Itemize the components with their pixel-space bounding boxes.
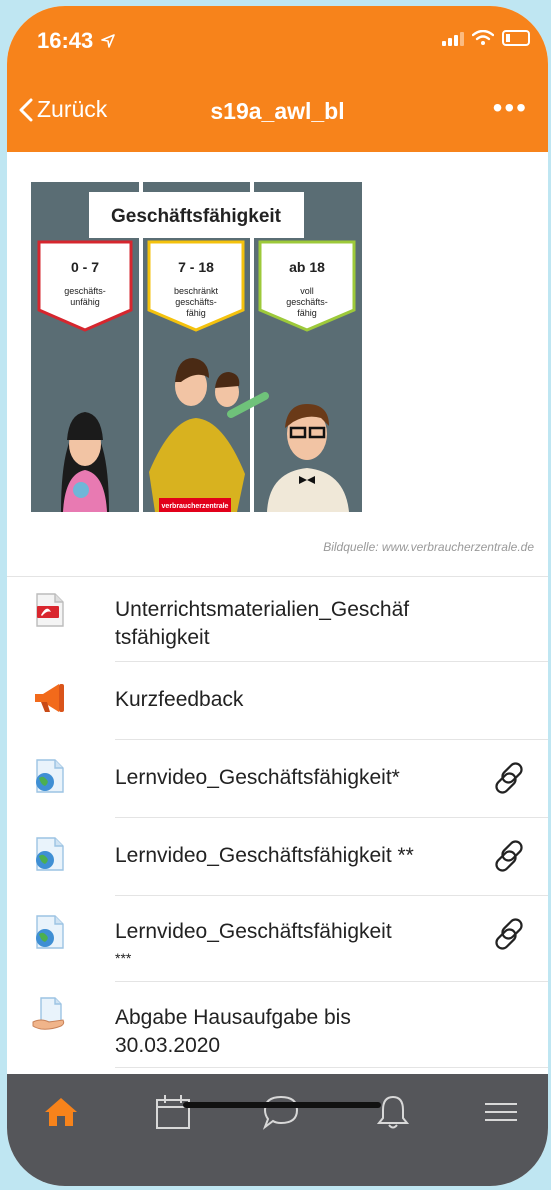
status-icons xyxy=(442,30,530,46)
wifi-icon xyxy=(472,30,494,45)
page-title: s19a_awl_bl xyxy=(210,98,345,124)
list-item-label: Lernvideo_Geschäftsfähigkeit* xyxy=(115,766,400,789)
assignment-icon xyxy=(32,997,65,1030)
list-item-label: Lernvideo_Geschäftsfähigkeit *** xyxy=(115,918,475,970)
image-caption: Bildquelle: www.verbraucherzentrale.de xyxy=(323,540,534,554)
list-item-label: Abgabe Hausaufgabe bis 30.03.2020 xyxy=(115,1004,475,1060)
signal-icon xyxy=(442,30,464,46)
web-page-icon xyxy=(36,915,64,949)
panel-text-line: voll xyxy=(300,286,314,296)
list-item-label-line: Unterrichtsmaterialien_Geschäf xyxy=(115,598,410,621)
list-item-label-line: tsfähigkeit xyxy=(115,626,210,649)
list-item-label-line: *** xyxy=(115,950,132,966)
panel-text-line: geschäfts- xyxy=(175,297,217,307)
home-icon[interactable] xyxy=(41,1092,81,1132)
content-area: Geschäftsfähigkeit 0 - 7 geschäfts- unfä… xyxy=(7,152,548,1074)
phone-screen: 16:43 Zurück s19a_awl_bl ••• Geschäftsfä… xyxy=(7,6,548,1186)
list-item-label: Kurzfeedback xyxy=(115,688,244,711)
status-time: 16:43 xyxy=(37,28,116,54)
list-item-label: Unterrichtsmaterialien_Geschäf tsfähigke… xyxy=(115,596,475,652)
menu-icon[interactable] xyxy=(481,1092,521,1132)
panel-text-line: geschäfts- xyxy=(286,297,328,307)
list-item-label-line: Abgabe Hausaufgabe bis xyxy=(115,1006,351,1029)
panel-range-label: 0 - 7 xyxy=(71,259,99,275)
panel-range-label: ab 18 xyxy=(289,259,325,275)
list-item-label-line: 30.03.2020 xyxy=(115,1034,221,1057)
list-item-abgabe-hausaufgabe[interactable]: Abgabe Hausaufgabe bis 30.03.2020 xyxy=(7,982,548,1068)
panel-text-line: fähig xyxy=(297,308,317,318)
illustration-title: Geschäftsfähigkeit xyxy=(111,206,282,227)
more-options-button[interactable]: ••• xyxy=(493,94,528,122)
panel-range-label: 7 - 18 xyxy=(178,259,214,275)
divider xyxy=(115,1067,548,1068)
list-item-label-line: Lernvideo_Geschäftsfähigkeit xyxy=(115,920,392,943)
navigation-bar: Zurück s19a_awl_bl ••• xyxy=(7,72,548,152)
list-item-unterrichtsmaterialien[interactable]: Unterrichtsmaterialien_Geschäf tsfähigke… xyxy=(7,576,548,662)
bell-icon[interactable] xyxy=(373,1092,413,1132)
status-bar: 16:43 xyxy=(7,6,548,72)
location-arrow-icon xyxy=(101,34,116,48)
verbraucherzentrale-logo: verbraucherzentrale xyxy=(162,503,229,510)
list-item-lernvideo-2[interactable]: Lernvideo_Geschäftsfähigkeit ** xyxy=(7,818,548,896)
panel-text-line: fähig xyxy=(186,308,206,318)
tab-bar xyxy=(7,1074,548,1186)
list-item-lernvideo-3[interactable]: Lernvideo_Geschäftsfähigkeit *** xyxy=(7,896,548,982)
geschaeftsfaehigkeit-illustration: Geschäftsfähigkeit 0 - 7 geschäfts- unfä… xyxy=(31,182,362,512)
home-indicator[interactable] xyxy=(183,1102,381,1108)
battery-icon xyxy=(502,30,530,46)
chat-icon[interactable] xyxy=(261,1092,301,1132)
link-icon[interactable] xyxy=(494,916,528,950)
list-item-lernvideo-1[interactable]: Lernvideo_Geschäftsfähigkeit* xyxy=(7,740,548,818)
panel-text-line: beschränkt xyxy=(174,286,219,296)
web-page-icon xyxy=(36,759,64,793)
list-item-label: Lernvideo_Geschäftsfähigkeit ** xyxy=(115,844,414,867)
web-page-icon xyxy=(36,837,64,871)
calendar-icon[interactable] xyxy=(153,1092,193,1132)
megaphone-icon xyxy=(35,684,64,712)
panel-text-line: geschäfts- xyxy=(64,286,106,296)
status-time-text: 16:43 xyxy=(37,28,94,53)
link-icon[interactable] xyxy=(494,838,528,872)
list-item-kurzfeedback[interactable]: Kurzfeedback xyxy=(7,662,548,740)
pdf-icon xyxy=(36,593,64,627)
panel-text-line: unfähig xyxy=(70,297,100,307)
link-icon[interactable] xyxy=(494,760,528,794)
